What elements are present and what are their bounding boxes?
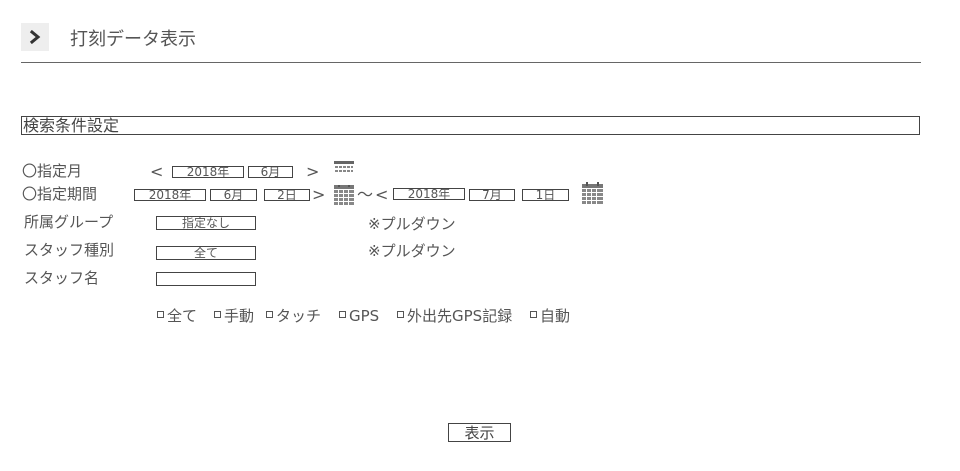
month-year-select[interactable]: 2018年 bbox=[172, 166, 244, 178]
staff-name-input[interactable] bbox=[156, 272, 256, 286]
filter-auto-checkbox[interactable]: 自動 bbox=[530, 307, 570, 325]
specified-period-radio[interactable]: 〇指定期間 bbox=[22, 185, 97, 203]
page-title: 打刻データ表示 bbox=[70, 29, 196, 50]
period-from-year-select[interactable]: 2018年 bbox=[134, 189, 206, 201]
display-button[interactable]: 表示 bbox=[448, 423, 511, 442]
next-month-button[interactable]: > bbox=[306, 163, 319, 181]
period-to-month-select[interactable]: 7月 bbox=[469, 189, 515, 201]
filter-outside-gps-checkbox[interactable]: 外出先GPS記録 bbox=[397, 307, 512, 325]
filter-touch-checkbox[interactable]: タッチ bbox=[266, 307, 321, 325]
period-from-day-select[interactable]: 2日 bbox=[264, 189, 310, 201]
filter-all-checkbox[interactable]: 全て bbox=[157, 307, 197, 325]
group-dropdown-note: ※プルダウン bbox=[368, 215, 456, 233]
calendar-icon[interactable] bbox=[334, 160, 354, 178]
month-month-select[interactable]: 6月 bbox=[248, 166, 293, 178]
search-conditions-header: 検索条件設定 bbox=[21, 116, 920, 135]
chevron-right-icon bbox=[29, 30, 41, 44]
period-to-year-select[interactable]: 2018年 bbox=[393, 188, 465, 200]
period-to-day-select[interactable]: 1日 bbox=[522, 189, 569, 201]
filter-manual-checkbox[interactable]: 手動 bbox=[214, 307, 254, 325]
calendar-icon[interactable] bbox=[334, 185, 354, 205]
group-select[interactable]: 指定なし bbox=[156, 216, 256, 230]
period-from-next-button[interactable]: > bbox=[312, 186, 325, 204]
period-from-month-select[interactable]: 6月 bbox=[210, 189, 257, 201]
staff-type-label: スタッフ種別 bbox=[24, 241, 115, 259]
specified-month-radio[interactable]: 〇指定月 bbox=[22, 162, 82, 180]
filter-gps-checkbox[interactable]: GPS bbox=[339, 307, 379, 325]
staff-type-select[interactable]: 全て bbox=[156, 246, 256, 260]
period-to-prev-button[interactable]: < bbox=[375, 186, 388, 204]
staff-type-dropdown-note: ※プルダウン bbox=[368, 242, 456, 260]
period-range-separator: 〜 bbox=[357, 185, 374, 204]
group-label: 所属グループ bbox=[24, 213, 114, 231]
calendar-icon[interactable] bbox=[582, 182, 603, 204]
staff-name-label: スタッフ名 bbox=[24, 269, 100, 287]
header-divider bbox=[21, 62, 921, 63]
prev-month-button[interactable]: < bbox=[150, 163, 163, 181]
back-arrow-button[interactable] bbox=[21, 23, 49, 51]
